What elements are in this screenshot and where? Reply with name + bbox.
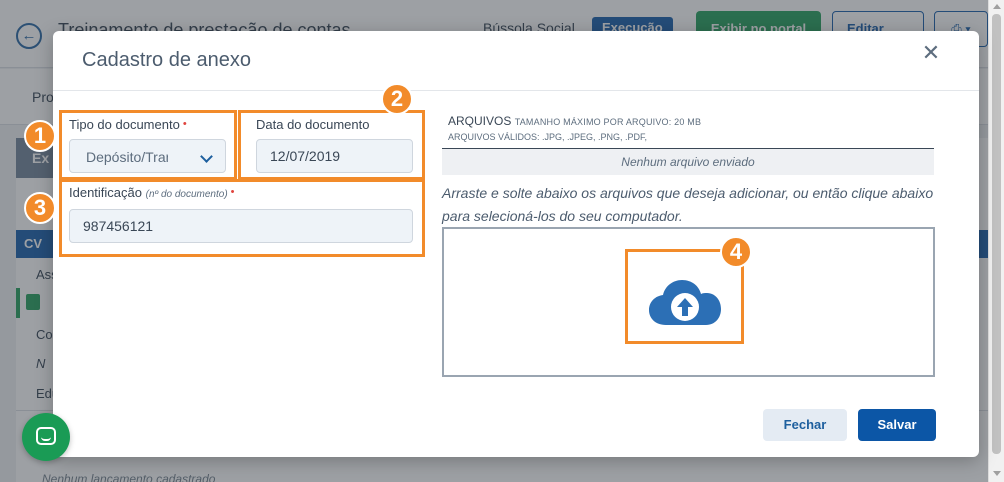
attachment-modal: Cadastro de anexo ✕ Tipo do documento • D… xyxy=(53,31,979,457)
cloud-upload-icon[interactable] xyxy=(648,279,722,332)
files-max-size: TAMANHO MÁXIMO POR ARQUIVO: 20 MB xyxy=(514,117,702,127)
files-heading-label: ARQUIVOS xyxy=(448,114,512,128)
callout-box-2 xyxy=(238,110,425,180)
close-icon[interactable]: ✕ xyxy=(919,41,943,65)
chat-button[interactable] xyxy=(22,413,70,461)
scroll-down-arrow-icon[interactable] xyxy=(993,471,1001,476)
callout-box-3 xyxy=(59,179,425,257)
close-button[interactable]: Fechar xyxy=(763,409,847,441)
scroll-up-arrow-icon[interactable] xyxy=(993,4,1001,9)
files-instructions: Arraste e solte abaixo os arquivos que d… xyxy=(442,185,934,224)
modal-title: Cadastro de anexo xyxy=(82,49,252,71)
chat-icon xyxy=(36,427,56,445)
files-empty-text: Nenhum arquivo enviado xyxy=(442,149,934,175)
callout-badge-4: 4 xyxy=(720,236,752,268)
files-valid-types: ARQUIVOS VÁLIDOS: .JPG, .JPEG, .PNG, .PD… xyxy=(448,132,648,142)
page-scrollbar[interactable] xyxy=(988,0,1004,482)
files-heading: ARQUIVOS TAMANHO MÁXIMO POR ARQUIVO: 20 … xyxy=(448,114,701,128)
callout-box-1 xyxy=(59,110,237,180)
callout-badge-2: 2 xyxy=(381,83,413,115)
callout-badge-1: 1 xyxy=(24,120,56,152)
modal-header: Cadastro de anexo ✕ xyxy=(53,31,979,91)
callout-badge-3: 3 xyxy=(24,192,56,224)
save-button[interactable]: Salvar xyxy=(858,409,936,441)
scroll-thumb[interactable] xyxy=(992,14,1001,454)
